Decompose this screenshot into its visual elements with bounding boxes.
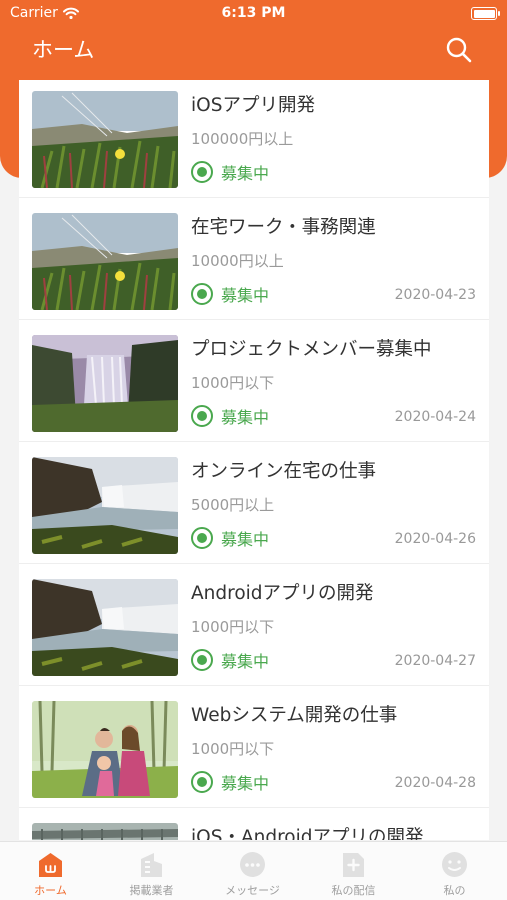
job-list[interactable]: iOSアプリ開発 100000円以上 募集中 在宅ワーク・事務関連 10000円…	[19, 80, 489, 840]
tab-home[interactable]: ホーム	[0, 842, 101, 900]
list-item[interactable]: オンライン在宅の仕事 5000円以上 募集中 2020-04-26	[19, 446, 489, 564]
list-item[interactable]: Androidアプリの開発 1000円以下 募集中 2020-04-27	[19, 568, 489, 686]
job-thumbnail	[32, 823, 178, 840]
list-item[interactable]: Webシステム開発の仕事 1000円以下 募集中 2020-04-28	[19, 690, 489, 808]
home-icon	[39, 853, 62, 877]
job-date: 2020-04-24	[394, 409, 476, 425]
search-button[interactable]	[445, 36, 473, 64]
tab-home-label: ホーム	[34, 884, 67, 897]
status-bar: Carrier 6:13 PM	[0, 0, 507, 28]
job-price: 1000円以下	[191, 374, 275, 392]
job-price: 1000円以下	[191, 618, 275, 636]
job-thumbnail	[32, 457, 178, 554]
recruiting-status-icon	[191, 405, 213, 427]
recruiting-status-icon	[191, 283, 213, 305]
job-date: 2020-04-28	[394, 775, 476, 791]
status-badge: 募集中	[191, 526, 269, 550]
job-title: プロジェクトメンバー募集中	[191, 339, 432, 360]
status-label: 募集中	[221, 408, 270, 427]
job-thumbnail	[32, 91, 178, 188]
status-badge: 募集中	[191, 770, 269, 794]
list-item[interactable]: プロジェクトメンバー募集中 1000円以下 募集中 2020-04-24	[19, 324, 489, 442]
recruiting-status-icon	[191, 161, 213, 183]
message-icon	[240, 852, 265, 877]
job-thumbnail	[32, 213, 178, 310]
job-thumbnail	[32, 335, 178, 432]
job-price: 1000円以下	[191, 740, 275, 758]
status-badge: 募集中	[191, 648, 269, 672]
status-badge: 募集中	[191, 404, 269, 428]
job-date: 2020-04-23	[394, 287, 476, 303]
tab-vendors[interactable]: 掲載業者	[101, 842, 202, 900]
job-title: iOSアプリ開発	[191, 95, 315, 116]
job-price: 100000円以上	[191, 130, 294, 148]
status-label: 募集中	[221, 774, 270, 793]
profile-icon	[442, 852, 467, 877]
status-label: 募集中	[221, 286, 270, 305]
job-title: 在宅ワーク・事務関連	[191, 217, 376, 238]
status-label: 募集中	[221, 164, 270, 183]
tab-messages-label: メッセージ	[225, 884, 280, 897]
job-title: オンライン在宅の仕事	[191, 461, 377, 482]
tab-my-posts-label: 私の配信	[331, 884, 376, 897]
list-item[interactable]: iOSアプリ開発 100000円以上 募集中	[19, 80, 489, 198]
status-badge: 募集中	[191, 160, 269, 184]
list-item[interactable]: 在宅ワーク・事務関連 10000円以上 募集中 2020-04-23	[19, 202, 489, 320]
status-label: 募集中	[221, 652, 270, 671]
status-label: 募集中	[221, 530, 270, 549]
tab-my-posts[interactable]: 私の配信	[303, 842, 404, 900]
recruiting-status-icon	[191, 527, 213, 549]
building-icon	[141, 853, 162, 877]
job-thumbnail	[32, 701, 178, 798]
page-title: ホーム	[32, 38, 95, 62]
list-item[interactable]: iOS・Androidアプリの開発	[19, 812, 489, 840]
add-post-icon	[343, 853, 364, 877]
job-thumbnail	[32, 579, 178, 676]
status-badge: 募集中	[191, 282, 269, 306]
job-date: 2020-04-27	[394, 653, 476, 669]
job-title: iOS・Androidアプリの開発	[191, 827, 424, 840]
search-icon	[446, 37, 472, 63]
recruiting-status-icon	[191, 771, 213, 793]
battery-icon	[471, 7, 500, 20]
tab-vendors-label: 掲載業者	[129, 884, 174, 897]
tab-bar: ホーム 掲載業者 メッセージ 私の配信 私の	[0, 841, 507, 900]
job-price: 5000円以上	[191, 496, 275, 514]
tab-messages[interactable]: メッセージ	[202, 842, 303, 900]
job-title: Androidアプリの開発	[191, 583, 374, 604]
recruiting-status-icon	[191, 649, 213, 671]
job-price: 10000円以上	[191, 252, 284, 270]
clock: 6:13 PM	[221, 5, 286, 21]
job-date: 2020-04-26	[394, 531, 476, 547]
job-title: Webシステム開発の仕事	[191, 705, 398, 726]
tab-profile-label: 私の	[443, 884, 466, 897]
tab-profile[interactable]: 私の	[404, 842, 505, 900]
